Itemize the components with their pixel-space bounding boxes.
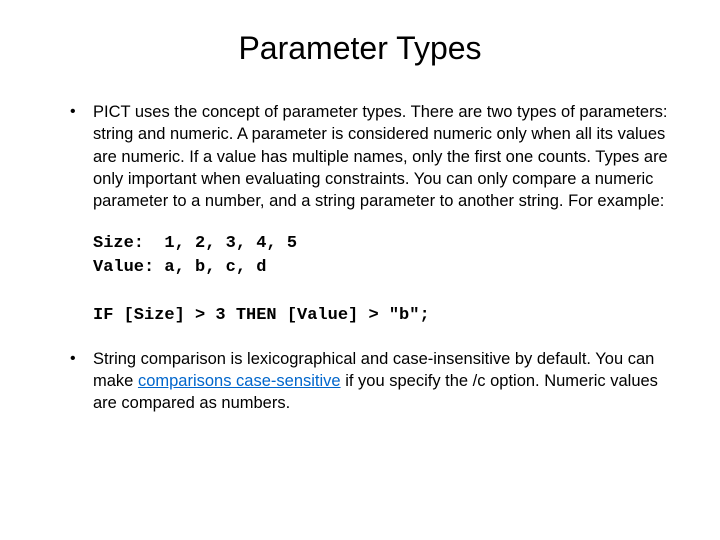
code-line-3: IF [Size] > 3 THEN [Value] > "b";	[93, 306, 430, 325]
bullet-intro: PICT uses the concept of parameter types…	[65, 101, 670, 212]
code-example: Size: 1, 2, 3, 4, 5 Value: a, b, c, d IF…	[93, 232, 670, 327]
slide-title: Parameter Types	[50, 30, 670, 67]
case-sensitive-link[interactable]: comparisons case-sensitive	[138, 372, 341, 390]
bullet-comparison: String comparison is lexicographical and…	[65, 348, 670, 415]
code-line-1: Size: 1, 2, 3, 4, 5	[93, 234, 297, 253]
code-line-2: Value: a, b, c, d	[93, 258, 266, 277]
slide-content: PICT uses the concept of parameter types…	[50, 101, 670, 414]
